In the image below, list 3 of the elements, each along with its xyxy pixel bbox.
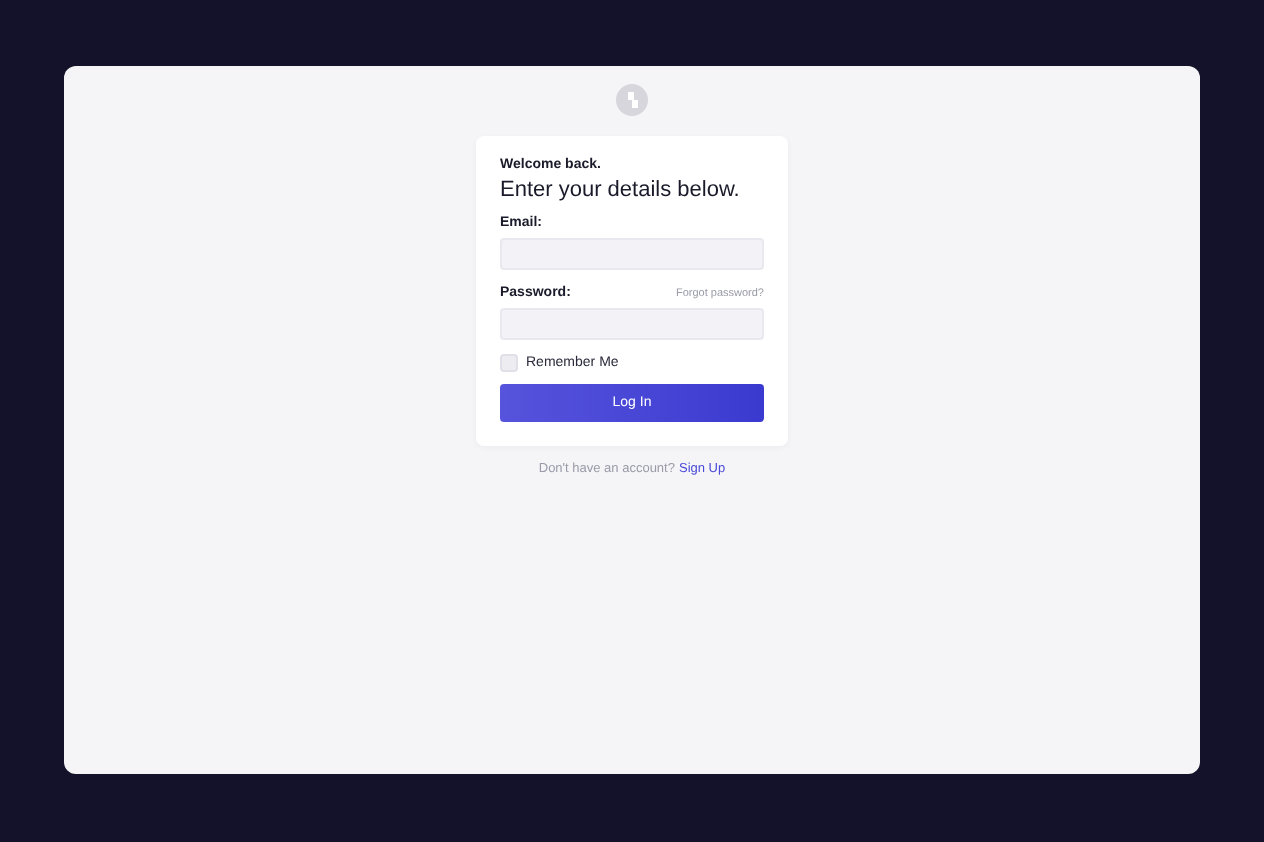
logo-icon: [616, 84, 648, 116]
heading: Enter your details below.: [500, 178, 742, 202]
remember-checkbox[interactable]: [500, 354, 518, 372]
